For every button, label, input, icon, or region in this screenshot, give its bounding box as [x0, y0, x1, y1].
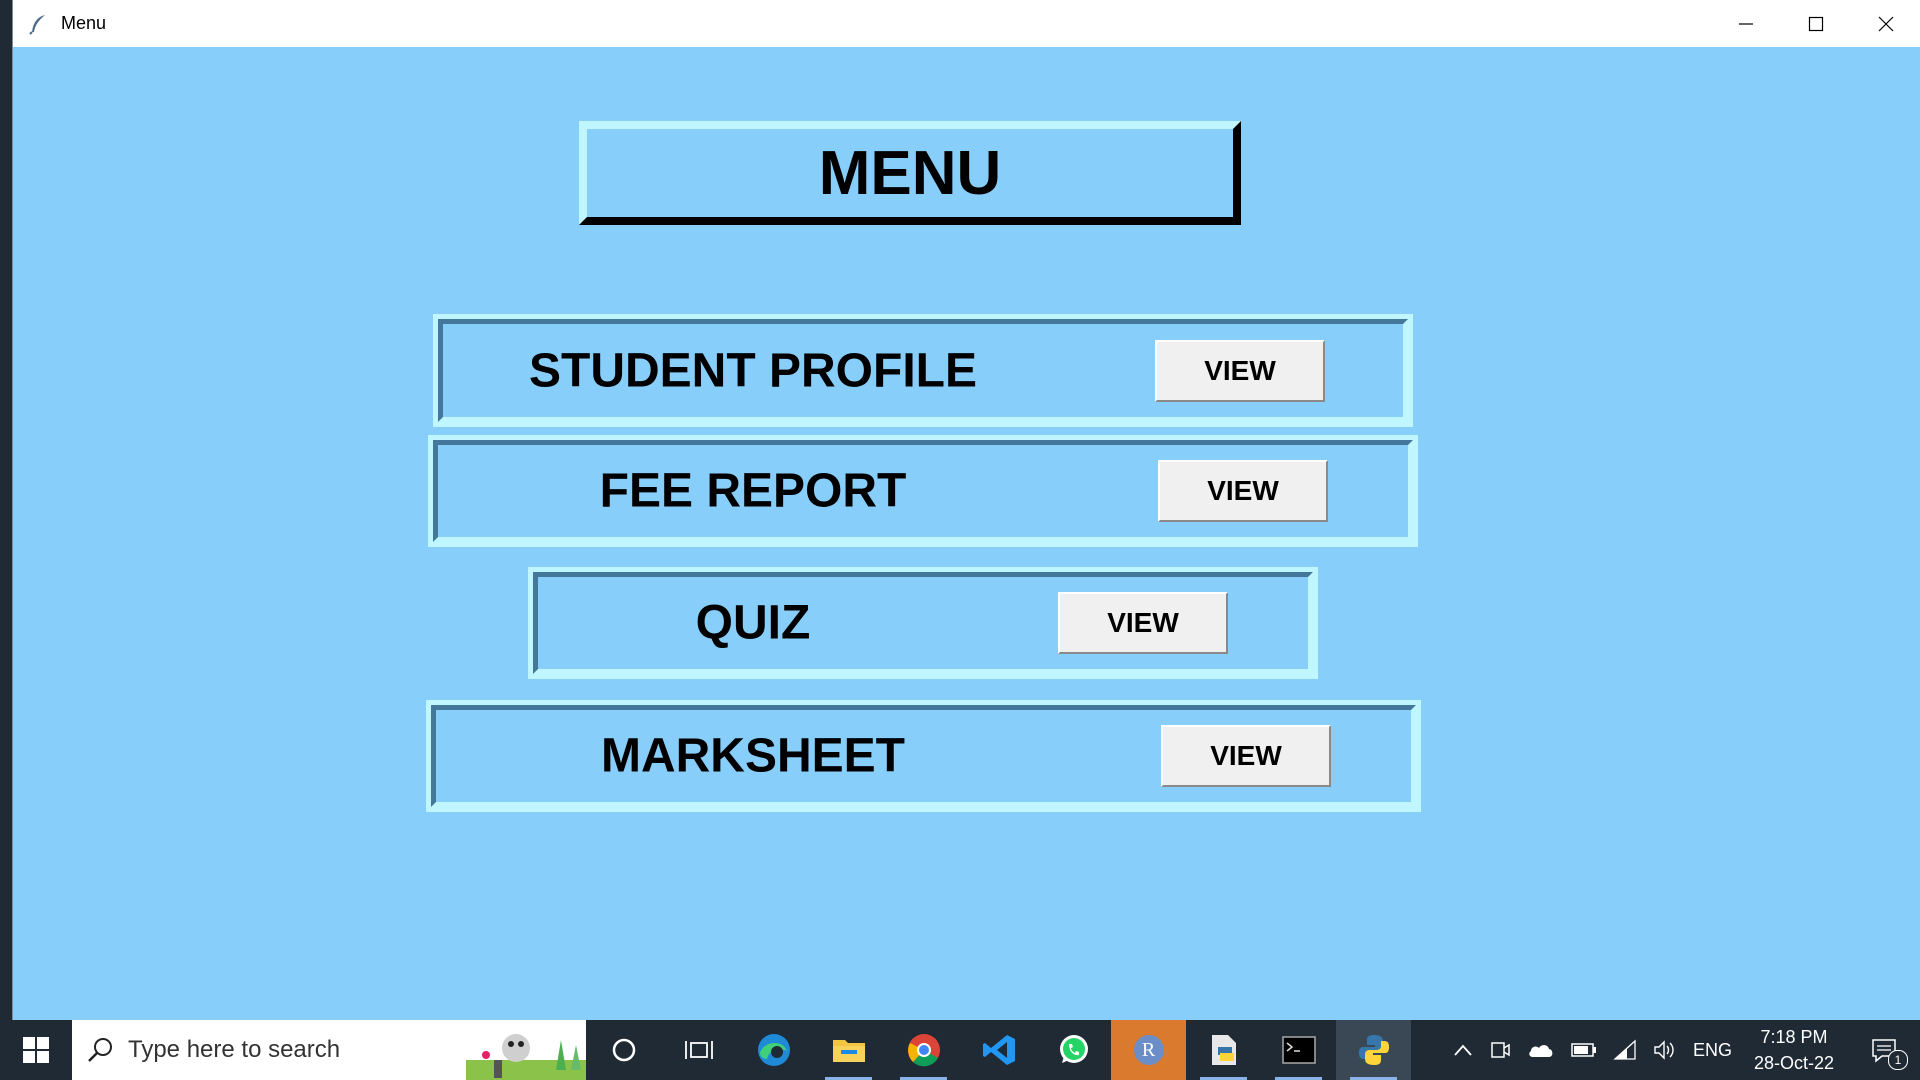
app-window: Menu MENU STUDENT PROFILE VIEW FEE REPOR…: [12, 0, 1920, 1020]
menu-content: MENU STUDENT PROFILE VIEW FEE REPORT VIE…: [13, 47, 1920, 1020]
row-quiz: QUIZ VIEW: [528, 567, 1318, 679]
onedrive-cloud-icon: [1529, 1045, 1553, 1057]
r-app-label: R: [1141, 1038, 1156, 1061]
start-button[interactable]: [0, 1020, 72, 1080]
task-view-button[interactable]: [661, 1020, 736, 1080]
search-icon: [88, 1038, 112, 1062]
volume-button[interactable]: [1645, 1020, 1685, 1080]
r-app-button[interactable]: R: [1111, 1020, 1186, 1080]
minimize-button[interactable]: [1711, 0, 1781, 47]
show-hidden-icons-button[interactable]: [1445, 1020, 1481, 1080]
fee-report-view-button[interactable]: VIEW: [1158, 460, 1328, 522]
python-file-icon: [1211, 1035, 1236, 1065]
quiz-label: QUIZ: [695, 596, 811, 650]
chevron-up-icon: [1454, 1044, 1472, 1056]
cortana-icon: [612, 1038, 635, 1062]
terminal-icon: [1281, 1036, 1316, 1064]
row-fee-report: FEE REPORT VIEW: [428, 435, 1418, 547]
terminal-button[interactable]: [1261, 1020, 1336, 1080]
cortana-button[interactable]: [586, 1020, 661, 1080]
row-marksheet: MARKSHEET VIEW: [426, 700, 1421, 812]
speaker-icon: [1654, 1040, 1674, 1060]
maximize-button[interactable]: [1781, 0, 1851, 47]
clock-date: 28-Oct-22: [1753, 1053, 1834, 1073]
windows-logo-icon: [23, 1037, 49, 1063]
network-button[interactable]: [1605, 1020, 1645, 1080]
battery-icon: [1571, 1043, 1596, 1057]
search-highlight-art-icon: [466, 1034, 586, 1080]
student-profile-label: STUDENT PROFILE: [528, 344, 978, 397]
language-label: ENG: [1692, 1039, 1732, 1060]
fee-report-label: FEE REPORT: [599, 464, 907, 518]
quiz-view-button[interactable]: VIEW: [1058, 592, 1228, 654]
meet-now-icon: [1491, 1042, 1510, 1058]
file-explorer-icon: [832, 1040, 865, 1062]
language-indicator[interactable]: ENG: [1685, 1020, 1740, 1080]
meet-now-button[interactable]: [1481, 1020, 1519, 1080]
chrome-icon: [907, 1034, 940, 1067]
marksheet-view-button[interactable]: VIEW: [1161, 725, 1331, 787]
python-file-button[interactable]: [1186, 1020, 1261, 1080]
whatsapp-button[interactable]: [1036, 1020, 1111, 1080]
clock[interactable]: 7:18 PM 28-Oct-22: [1740, 1024, 1848, 1076]
taskbar: Type here to search R ENG 7:18 PM 28-Oct…: [0, 1020, 1920, 1080]
title-bar[interactable]: Menu: [13, 0, 1920, 47]
maximize-icon: [1808, 16, 1824, 31]
student-profile-view-button[interactable]: VIEW: [1155, 339, 1325, 402]
edge-icon: [757, 1034, 790, 1066]
minimize-icon: [1739, 22, 1753, 25]
feather-icon: [29, 14, 45, 35]
file-explorer-button[interactable]: [811, 1020, 886, 1080]
search-placeholder: Type here to search: [128, 1036, 341, 1063]
python-button[interactable]: [1336, 1020, 1411, 1080]
battery-button[interactable]: [1563, 1020, 1605, 1080]
edge-button[interactable]: [736, 1020, 811, 1080]
close-button[interactable]: [1851, 0, 1920, 47]
wifi-icon: [1613, 1039, 1636, 1060]
menu-title: MENU: [579, 121, 1241, 225]
window-title: Menu: [61, 13, 107, 33]
system-tray: ENG 7:18 PM 28-Oct-22 1: [1445, 1020, 1920, 1080]
notification-count-badge: 1: [1888, 1050, 1908, 1070]
python-icon: [1358, 1035, 1389, 1065]
taskbar-search-box[interactable]: Type here to search: [72, 1020, 586, 1080]
onedrive-button[interactable]: [1519, 1020, 1563, 1080]
vscode-button[interactable]: [961, 1020, 1036, 1080]
whatsapp-icon: [1059, 1035, 1088, 1063]
vscode-icon: [982, 1035, 1015, 1065]
clock-time: 7:18 PM: [1760, 1027, 1828, 1047]
chrome-button[interactable]: [886, 1020, 961, 1080]
row-student-profile: STUDENT PROFILE VIEW: [433, 314, 1413, 427]
close-icon: [1878, 16, 1894, 31]
notification-center-button[interactable]: 1: [1848, 1020, 1920, 1080]
task-view-icon: [684, 1041, 713, 1059]
marksheet-label: MARKSHEET: [600, 729, 906, 783]
